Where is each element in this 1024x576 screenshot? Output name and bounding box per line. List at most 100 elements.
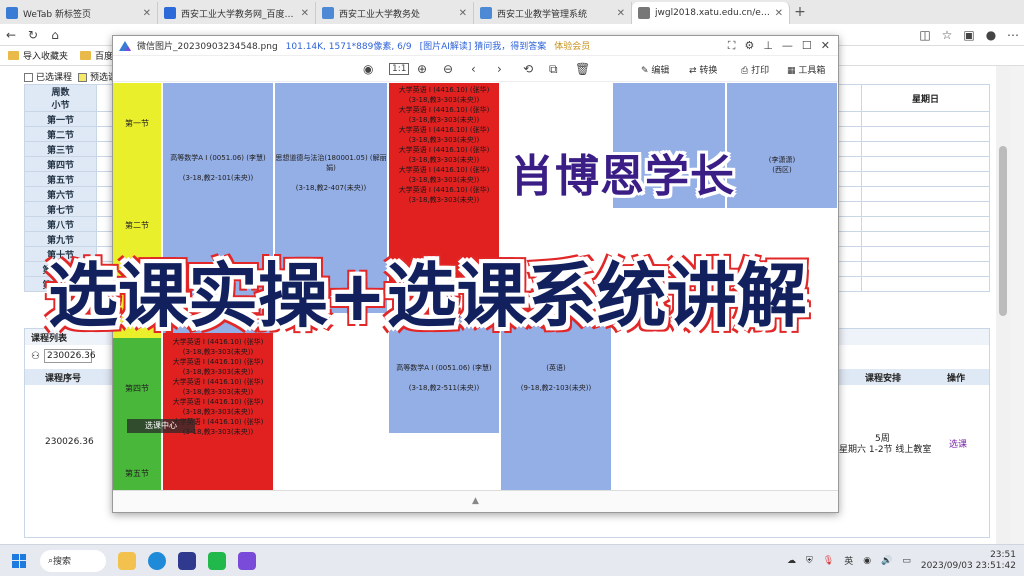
course-name: 高等数学A I (0051.06) (李慧) [396,364,492,372]
tab-academic-office[interactable]: 西安工业大学教务处 ✕ [316,2,474,24]
rotate-icon[interactable]: ⟲ [523,62,533,76]
zoom-in-icon[interactable]: ⊕ [417,62,427,76]
fullscreen-icon[interactable]: ⛶ [728,39,736,53]
crop-icon[interactable]: ⧉ [549,62,558,77]
ime-indicator[interactable]: 英 [844,554,853,567]
section-row: 第四节 [24,156,97,172]
filter-selected[interactable]: 已选课程 [24,70,72,83]
toolbox-button[interactable]: ▦ 工具箱 [787,63,825,76]
favorites-icon[interactable]: ☆ [936,28,958,42]
tab-wetab[interactable]: WeTab 新标签页 ✕ [0,2,158,24]
filter-label: 已选课程 [36,73,73,83]
section-row: 第五节 [24,171,97,187]
edit-button[interactable]: ✎ 编辑 [641,63,669,76]
collapse-tag[interactable]: 选课中心 [127,419,195,433]
store-icon[interactable] [178,551,196,570]
select-course-link[interactable]: 选课 [949,437,967,450]
scrollbar-thumb[interactable] [999,146,1007,316]
convert-button[interactable]: ⇄ 转换 [689,63,717,76]
checkbox-icon [24,73,33,82]
mouse-mode-icon[interactable]: ◉ [363,62,373,76]
zoom-out-icon[interactable]: ⊖ [443,62,453,76]
page-scrollbar[interactable] [996,66,1010,544]
volume-icon[interactable]: 🔊 [881,556,892,566]
refresh-icon[interactable]: ↻ [22,28,44,42]
folder-icon [80,51,92,60]
section-row: 第八节 [24,216,97,232]
course-name: 高等数学A I (0051.06) (李慧) [170,154,266,162]
back-icon[interactable]: ← [0,28,22,42]
network-icon[interactable]: ◉ [863,556,871,566]
vip-trial-link[interactable]: 体验会员 [554,39,590,52]
battery-icon[interactable]: ▭ [902,556,911,566]
previous-icon[interactable]: ‹ [471,62,476,76]
edit-label: 编辑 [651,66,670,76]
cell [861,246,990,262]
cloud-icon[interactable]: ☁ [787,556,796,566]
taskbar-search[interactable]: ⌕ 搜索 [40,549,106,572]
section-label: 第一节 [125,119,149,128]
course-code: 230026.36 [45,437,94,447]
clock[interactable]: 23:51 2023/09/03 23:51:42 [921,550,1016,572]
section-label: 第二节 [125,221,149,230]
next-icon[interactable]: › [497,62,502,76]
settings-icon[interactable]: ⚙ [744,39,754,53]
maximize-icon[interactable]: ☐ [802,39,812,53]
home-icon[interactable]: ⌂ [44,28,66,42]
pin-icon[interactable]: ⊥ [763,39,773,53]
viewer-footer-toggle[interactable]: ▲ [113,490,838,512]
viewer-image-meta: 101.14K, 1571*889像素, 6/9 [285,42,412,52]
close-icon[interactable]: ✕ [459,8,467,19]
close-icon[interactable]: ✕ [775,8,783,19]
bookmark-import[interactable]: 导入收藏夹 [8,49,68,62]
bookmark-baidu[interactable]: 百度 [80,49,113,62]
course-code-input[interactable]: 230026.36 [43,349,96,363]
new-tab-button[interactable]: + [790,4,810,20]
week-header: 周数 小节 [24,84,97,112]
tab-jwgl[interactable]: jwgl2018.xatu.edu.cn/eams/stdT ✕ [632,2,790,24]
conflict-course: 大学英语 I (4416.10) (张华) [172,378,264,386]
page-favicon-icon [480,7,492,19]
file-explorer-icon[interactable] [118,551,136,570]
close-icon[interactable]: ✕ [821,39,830,53]
ai-interpret-link[interactable]: [图片AI解读] 猜问我，得到答案 [420,39,547,52]
windows-taskbar: ⌕ 搜索 ☁ ⛨ 🎙 英 ◉ 🔊 ▭ 23:51 2023/09/03 23:5… [0,544,1024,576]
wechat-icon[interactable] [208,551,226,570]
profile-avatar-icon[interactable]: ● [980,28,1002,42]
print-button[interactable]: ⎙ 打印 [741,63,769,76]
course-schedule: 星期六 1-2节 线上教室 [839,445,932,455]
windows-start-icon[interactable] [12,553,26,568]
more-icon[interactable]: ⋯ [1002,28,1024,42]
shield-icon[interactable]: ⛨ [806,556,813,566]
tab-baidu-search[interactable]: 西安工业大学教务网_百度搜索 ✕ [158,2,316,24]
baidu-favicon-icon [164,7,176,19]
close-icon[interactable]: ✕ [617,8,625,19]
section-row: 第一节 [24,111,97,127]
window-controls: ⛶ ⚙ ⊥ — ☐ ✕ [728,39,838,53]
course-name: (李潇潇) [768,156,796,164]
browser-tab-bar: WeTab 新标签页 ✕ 西安工业大学教务网_百度搜索 ✕ 西安工业大学教务处 … [0,0,1024,24]
conflict-time: (3-18,教3-303(未央)) [408,116,480,124]
close-icon[interactable]: ✕ [143,8,151,19]
conflict-block-lower: 大学英语 I (4416.10) (张华) (3-18,教3-303(未央)) … [163,333,273,490]
section-row: 第六节 [24,186,97,202]
image-viewer-app-icon[interactable] [238,551,256,570]
conflict-course: 大学英语 I (4416.10) (张华) [398,146,490,154]
viewer-logo-icon [119,40,131,51]
split-view-icon[interactable]: ◫ [914,28,936,42]
conflict-course: 大学英语 I (4416.10) (张华) [172,398,264,406]
tab-management-system[interactable]: 西安工业教学管理系统 ✕ [474,2,632,24]
edge-browser-icon[interactable] [148,551,166,570]
actual-size-button[interactable]: 1:1 [389,63,410,75]
collections-icon[interactable]: ▣ [958,28,980,42]
conflict-time: (3-18,教3-303(未央)) [408,156,480,164]
cell [861,201,990,217]
minimize-icon[interactable]: — [782,39,793,53]
microphone-icon[interactable]: 🎙 [823,556,834,566]
toolbox-label: 工具箱 [798,66,826,76]
close-icon[interactable]: ✕ [301,8,309,19]
toolbox-icon: ▦ [787,66,799,76]
delete-icon[interactable]: 🗑 [575,62,590,76]
column-action: 操作 [947,374,966,384]
conflict-time: (3-18,教3-303(未央)) [408,136,480,144]
